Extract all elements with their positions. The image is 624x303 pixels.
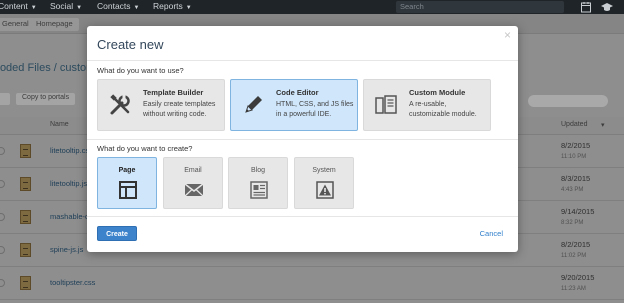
tool-description: Easily create templates without writing … (143, 101, 216, 118)
row-radio[interactable] (0, 279, 5, 287)
content-type-label: System (312, 167, 336, 174)
blog-icon (249, 180, 269, 200)
nav-reports-label: Reports (153, 1, 183, 11)
file-icon (20, 177, 31, 191)
row-radio[interactable] (0, 213, 5, 221)
content-type-label: Email (184, 167, 202, 174)
file-icon (20, 210, 31, 224)
bulk-select-button[interactable] (0, 93, 10, 105)
cancel-link[interactable]: Cancel (480, 229, 503, 238)
create-new-dialog: × Create new What do you want to use? Te… (87, 26, 518, 252)
file-name-link[interactable]: litetooltip.js (50, 179, 87, 188)
nav-content[interactable]: Content ▼ (0, 1, 37, 11)
question-create-label: What do you want to create? (97, 144, 193, 153)
tool-title: Code Editor (276, 88, 319, 97)
template-builder-option[interactable]: Template Builder Easily create templates… (97, 79, 225, 131)
global-search-input[interactable]: Search (396, 1, 564, 13)
top-navigation: Content ▼ Social ▼ Contacts ▼ Reports ▼ Sear… (0, 0, 624, 14)
module-icon (374, 93, 398, 117)
chevron-down-icon: ▼ (133, 5, 140, 11)
updated-date: 9/14/2015 (561, 207, 595, 216)
custom-module-option[interactable]: Custom Module A re-usable, customizable … (363, 79, 491, 131)
chevron-down-icon: ▼ (76, 5, 83, 11)
tool-title: Template Builder (143, 88, 204, 97)
sort-chevron-icon[interactable]: ▾ (601, 121, 605, 129)
code-editor-option[interactable]: Code Editor HTML, CSS, and JS files in a… (230, 79, 358, 131)
create-button[interactable]: Create (97, 226, 137, 241)
dialog-title: Create new (97, 37, 164, 52)
column-name-header[interactable]: Name (50, 121, 69, 128)
content-type-label: Page (118, 167, 136, 174)
file-icon (20, 144, 31, 158)
content-type-page[interactable]: Page (97, 157, 157, 209)
updated-time: 4:43 PM (561, 187, 584, 193)
calendar-icon[interactable] (580, 1, 592, 13)
warning-icon (315, 180, 335, 200)
tools-icon (108, 93, 132, 117)
file-name-link[interactable]: tooltipster.css (50, 278, 95, 287)
row-radio[interactable] (0, 246, 5, 254)
chevron-down-icon: ▼ (30, 5, 37, 11)
tool-description: HTML, CSS, and JS files in a powerful ID… (276, 101, 354, 118)
file-icon (20, 243, 31, 257)
page-layout-icon (118, 180, 138, 200)
content-type-system[interactable]: System (294, 157, 354, 209)
updated-time: 8:32 PM (561, 220, 584, 226)
nav-reports[interactable]: Reports ▼ (153, 1, 192, 11)
file-icon (20, 276, 31, 290)
updated-time: 11:02 PM (561, 253, 587, 259)
breadcrumb-homepage[interactable]: Homepage (30, 18, 79, 31)
nav-content-label: Content (0, 1, 28, 11)
nav-contacts[interactable]: Contacts ▼ (97, 1, 140, 11)
updated-date: 9/20/2015 (561, 273, 595, 282)
nav-social[interactable]: Social ▼ (50, 1, 82, 11)
envelope-icon (184, 180, 204, 200)
divider (87, 139, 518, 140)
pencil-icon (241, 93, 265, 117)
content-type-email[interactable]: Email (163, 157, 223, 209)
updated-time: 11:10 PM (561, 154, 587, 160)
close-icon[interactable]: × (504, 28, 511, 42)
page-title: Coded Files / custom (0, 62, 96, 74)
updated-time: 11:23 AM (561, 286, 586, 292)
row-radio[interactable] (0, 180, 5, 188)
table-row[interactable]: tooltipster.css 9/20/2015 11:23 AM (0, 267, 624, 300)
nav-social-label: Social (50, 1, 74, 11)
updated-date: 8/3/2015 (561, 174, 591, 183)
graduation-cap-icon[interactable] (601, 1, 613, 13)
file-name-link[interactable]: spine-js.js (50, 245, 83, 254)
column-updated-header[interactable]: Updated (561, 121, 587, 128)
filter-input[interactable] (528, 95, 608, 107)
tool-description: A re-usable, customizable module. (409, 101, 477, 118)
updated-date: 8/2/2015 (561, 141, 591, 150)
row-radio[interactable] (0, 147, 5, 155)
question-use-label: What do you want to use? (97, 66, 184, 75)
chevron-down-icon: ▼ (185, 5, 192, 11)
content-type-label: Blog (250, 167, 265, 174)
updated-date: 8/2/2015 (561, 240, 591, 249)
copy-to-portals-button[interactable]: Copy to portals (16, 93, 76, 105)
tool-title: Custom Module (409, 88, 466, 97)
nav-contacts-label: Contacts (97, 1, 131, 11)
divider (87, 60, 518, 61)
content-type-blog[interactable]: Blog (228, 157, 288, 209)
divider (87, 216, 518, 217)
